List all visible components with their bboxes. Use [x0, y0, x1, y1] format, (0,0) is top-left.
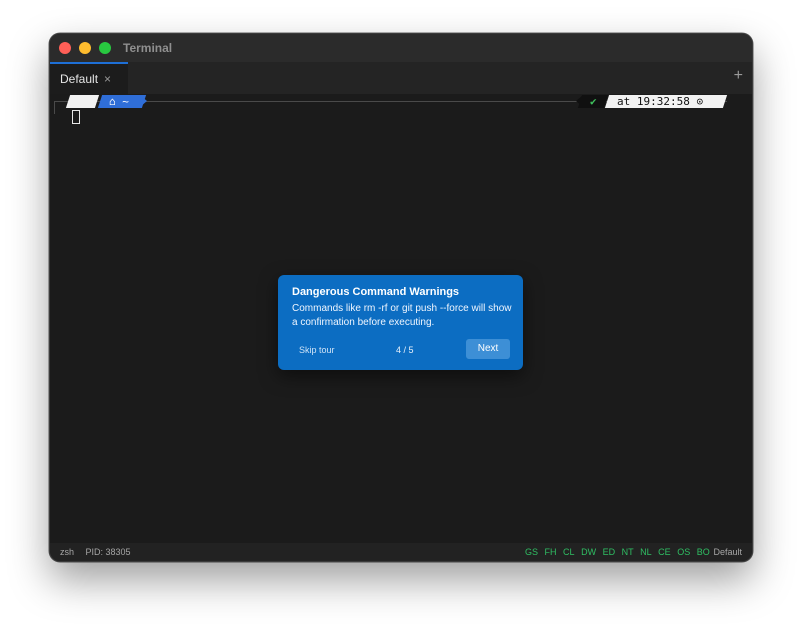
skip-tour-button[interactable]: Skip tour	[299, 345, 335, 355]
new-tab-button[interactable]: +	[734, 67, 743, 85]
status-flag[interactable]: FH	[545, 547, 557, 557]
status-bar: zsh PID: 38305 GS FH CL DW ED NT NL CE O…	[50, 543, 752, 561]
tab-label: Default	[60, 72, 99, 86]
tour-body: Commands like rm -rf or git push --force…	[292, 303, 512, 328]
minimize-window-button[interactable]	[79, 42, 91, 54]
tour-step-counter: 4 / 5	[396, 345, 414, 355]
title-bar: Terminal	[50, 34, 752, 62]
prompt-os-segment	[65, 95, 100, 108]
close-window-button[interactable]	[59, 42, 71, 54]
status-flag[interactable]: ED	[603, 547, 616, 557]
prompt-time-segment: at 19:32:58 ⊙	[604, 95, 728, 108]
status-left: zsh PID: 38305	[60, 543, 140, 561]
tour-next-button[interactable]: Next	[466, 339, 510, 359]
shell-name: zsh	[60, 547, 75, 557]
prompt-dir-arrow	[140, 95, 147, 107]
prompt-corner	[54, 101, 65, 114]
status-flag[interactable]: OS	[677, 547, 690, 557]
tour-popover: Dangerous Command Warnings Commands like…	[278, 275, 523, 370]
status-flags: GS FH CL DW ED NT NL CE OS BO	[525, 543, 714, 561]
time-prefix: at	[617, 95, 631, 108]
status-flag[interactable]: DW	[581, 547, 596, 557]
tour-title: Dangerous Command Warnings	[292, 286, 460, 298]
status-flag[interactable]: CE	[658, 547, 671, 557]
terminal-cursor	[72, 110, 80, 124]
status-flag[interactable]: NL	[640, 547, 652, 557]
prompt-dir: ~	[122, 95, 129, 108]
prompt-time: 19:32:58	[636, 95, 690, 108]
status-flag[interactable]: BO	[697, 547, 710, 557]
maximize-window-button[interactable]	[99, 42, 111, 54]
pid-label: PID: 38305	[85, 547, 131, 557]
tab-bar: Default × +	[50, 62, 752, 95]
status-flag[interactable]: CL	[563, 547, 575, 557]
prompt-dir-segment: ⌂ ~	[97, 95, 147, 108]
home-icon: ⌂	[109, 95, 116, 108]
checkmark-icon: ✔	[589, 95, 597, 108]
terminal-window: Terminal Default × + ⌂ ~ ✔ at 19:32:58 ⊙…	[49, 33, 753, 562]
status-flag[interactable]: GS	[525, 547, 538, 557]
clock-icon: ⊙	[696, 95, 704, 108]
tab-default[interactable]: Default ×	[50, 62, 128, 94]
tab-close-icon[interactable]: ×	[104, 72, 111, 86]
status-flag[interactable]: NT	[622, 547, 634, 557]
profile-name[interactable]: Default	[713, 543, 742, 561]
window-title: Terminal	[123, 41, 173, 55]
prompt-status-segment: ✔	[577, 95, 609, 108]
terminal-area[interactable]: ⌂ ~ ✔ at 19:32:58 ⊙ Dangerous Command Wa…	[50, 95, 752, 543]
